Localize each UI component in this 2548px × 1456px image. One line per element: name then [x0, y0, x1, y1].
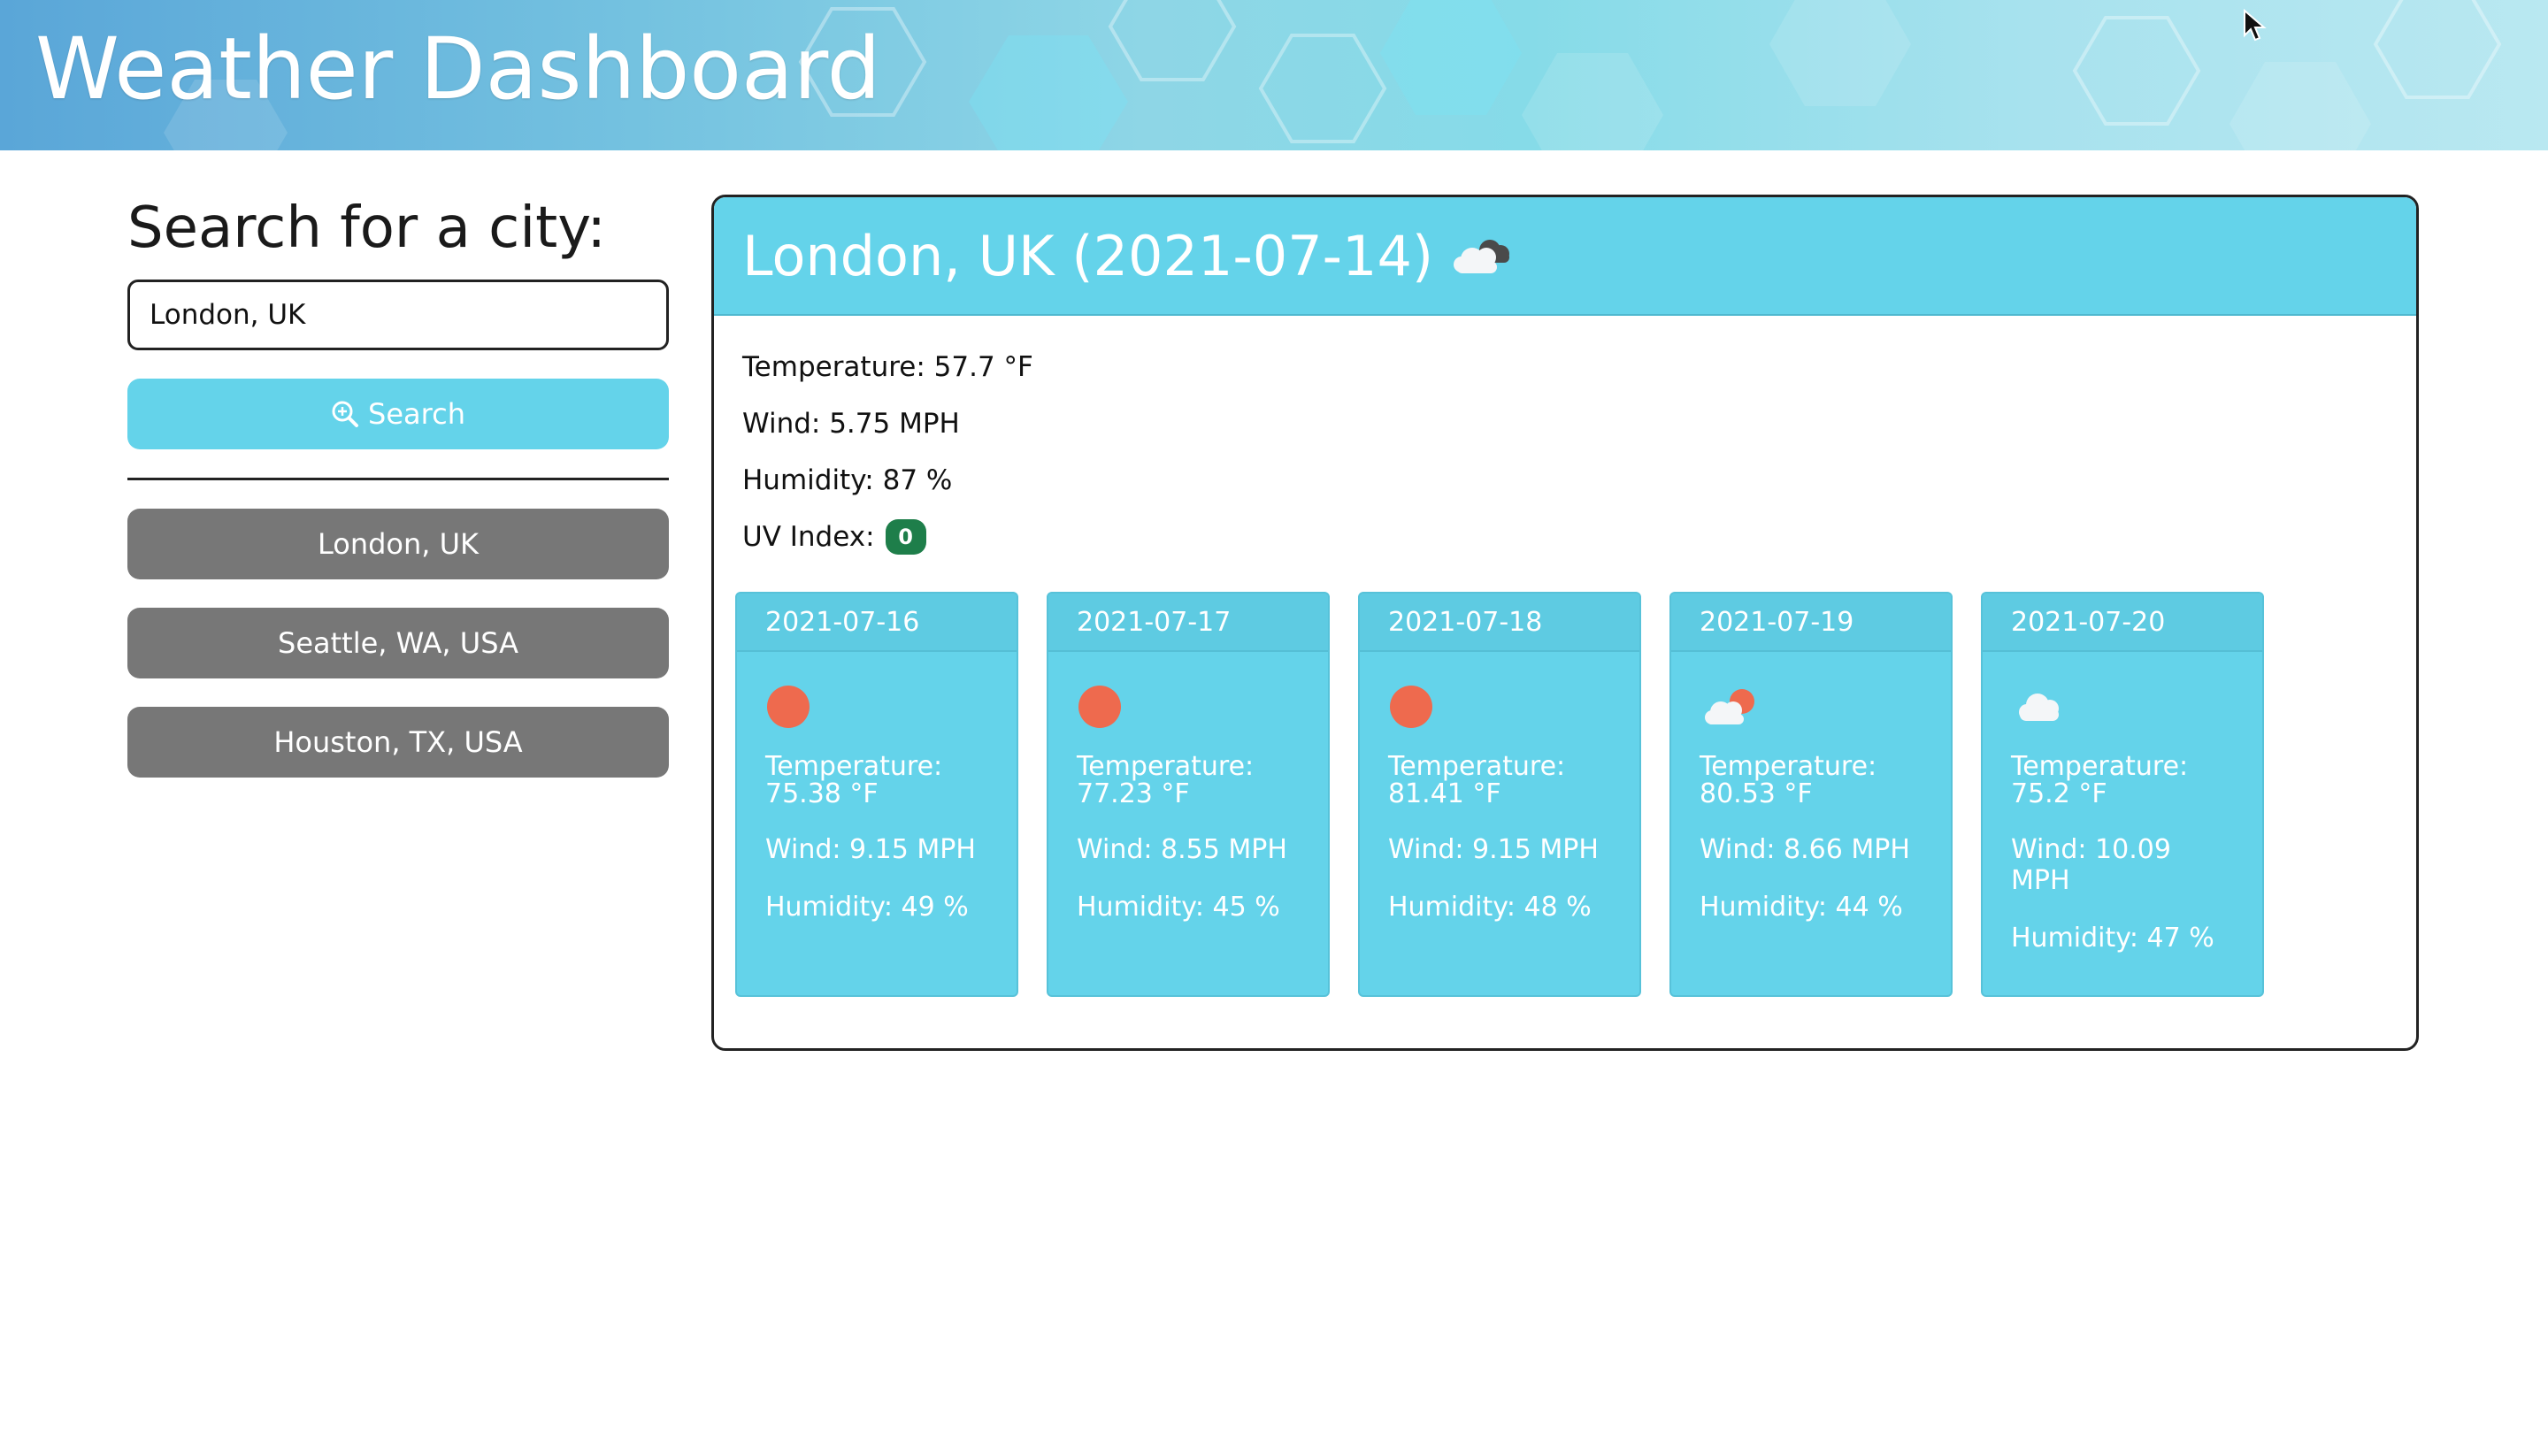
- forecast-temperature-label: Temperature:: [1388, 751, 1566, 782]
- forecast-temperature-label: Temperature:: [2011, 751, 2189, 782]
- forecast-card: 2021-07-18 Temperature: 81.41 °F Wind: 9…: [1358, 592, 1641, 997]
- search-heading: Search for a city:: [127, 195, 606, 261]
- five-day-forecast: 2021-07-16 Temperature: 75.38 °F Wind: 9…: [735, 592, 2264, 997]
- forecast-card: 2021-07-17 Temperature: 77.23 °F Wind: 8…: [1047, 592, 1330, 997]
- forecast-wind: Wind: 8.66 MPH: [1700, 834, 1910, 865]
- forecast-temperature-label: Temperature:: [1077, 751, 1255, 782]
- current-weather-card: London, UK (2021-07-14) Temperature: 57.…: [711, 195, 2419, 1051]
- current-city-title: London, UK (2021-07-14): [742, 223, 1434, 288]
- partly-cloudy-icon: [1705, 689, 1754, 724]
- forecast-humidity: Humidity: 44 %: [1700, 892, 1903, 923]
- forecast-date: 2021-07-18: [1360, 594, 1639, 652]
- forecast-temperature: 77.23 °F: [1077, 778, 1190, 809]
- current-temperature: Temperature: 57.7 °F: [742, 351, 1033, 383]
- forecast-temperature: 75.2 °F: [2011, 778, 2107, 809]
- forecast-card: 2021-07-19 Temperature: 80.53 °F Wind: 8: [1669, 592, 1953, 997]
- sun-icon: [1078, 686, 1121, 728]
- current-humidity: Humidity: 87 %: [742, 464, 953, 496]
- page-header: Weather Dashboard: [0, 0, 2548, 150]
- forecast-wind: Wind: 8.55 MPH: [1077, 834, 1287, 865]
- history-button-houston[interactable]: Houston, TX, USA: [127, 707, 669, 778]
- forecast-wind: Wind: 9.15 MPH: [1388, 834, 1599, 865]
- search-button[interactable]: Search: [127, 379, 669, 449]
- uv-index-badge: 0: [885, 519, 926, 555]
- forecast-temperature-label: Temperature:: [1700, 751, 1877, 782]
- current-uv-index: UV Index: 0: [742, 509, 2388, 565]
- history-button-seattle[interactable]: Seattle, WA, USA: [127, 608, 669, 678]
- history-button-london[interactable]: London, UK: [127, 509, 669, 579]
- forecast-wind: Wind: 9.15 MPH: [765, 834, 976, 865]
- sun-icon: [767, 686, 810, 728]
- search-history-list: London, UK Seattle, WA, USA Houston, TX,…: [127, 509, 669, 778]
- forecast-temperature: 80.53 °F: [1700, 778, 1813, 809]
- forecast-temperature-label: Temperature:: [765, 751, 943, 782]
- search-sidebar: Search for a city: Search London, UK Sea…: [127, 193, 669, 806]
- current-weather-stats: Temperature: 57.7 °F Wind: 5.75 MPH Humi…: [714, 316, 2416, 565]
- magnifier-zoom-icon: [332, 401, 359, 427]
- current-wind: Wind: 5.75 MPH: [742, 408, 960, 440]
- forecast-card: 2021-07-16 Temperature: 75.38 °F Wind: 9…: [735, 592, 1018, 997]
- forecast-date: 2021-07-19: [1671, 594, 1951, 652]
- forecast-date: 2021-07-20: [1983, 594, 2262, 652]
- forecast-humidity: Humidity: 47 %: [2011, 923, 2214, 954]
- forecast-temperature: 81.41 °F: [1388, 778, 1501, 809]
- page-title: Weather Dashboard: [35, 19, 881, 119]
- cloud-icon: [2019, 694, 2059, 721]
- uv-index-label: UV Index:: [742, 521, 875, 553]
- forecast-temperature: 75.38 °F: [765, 778, 879, 809]
- city-search-input[interactable]: [127, 280, 669, 350]
- forecast-date: 2021-07-17: [1048, 594, 1328, 652]
- cloudy-icon: [1454, 240, 1510, 273]
- forecast-date: 2021-07-16: [737, 594, 1017, 652]
- sidebar-divider: [127, 478, 669, 480]
- mouse-pointer-icon: [2244, 9, 2267, 42]
- sun-icon: [1390, 686, 1432, 728]
- search-button-label: Search: [368, 397, 465, 431]
- forecast-humidity: Humidity: 48 %: [1388, 892, 1592, 923]
- forecast-humidity: Humidity: 45 %: [1077, 892, 1280, 923]
- forecast-wind: Wind: 10.09 MPH: [2011, 834, 2171, 896]
- current-weather-header: London, UK (2021-07-14): [714, 197, 2416, 316]
- forecast-humidity: Humidity: 49 %: [765, 892, 969, 923]
- forecast-card: 2021-07-20 Temperature: 75.2 °F Wind: 10…: [1981, 592, 2264, 997]
- app-window: Weather Dashboard Search for a city: Sea…: [0, 0, 2548, 1456]
